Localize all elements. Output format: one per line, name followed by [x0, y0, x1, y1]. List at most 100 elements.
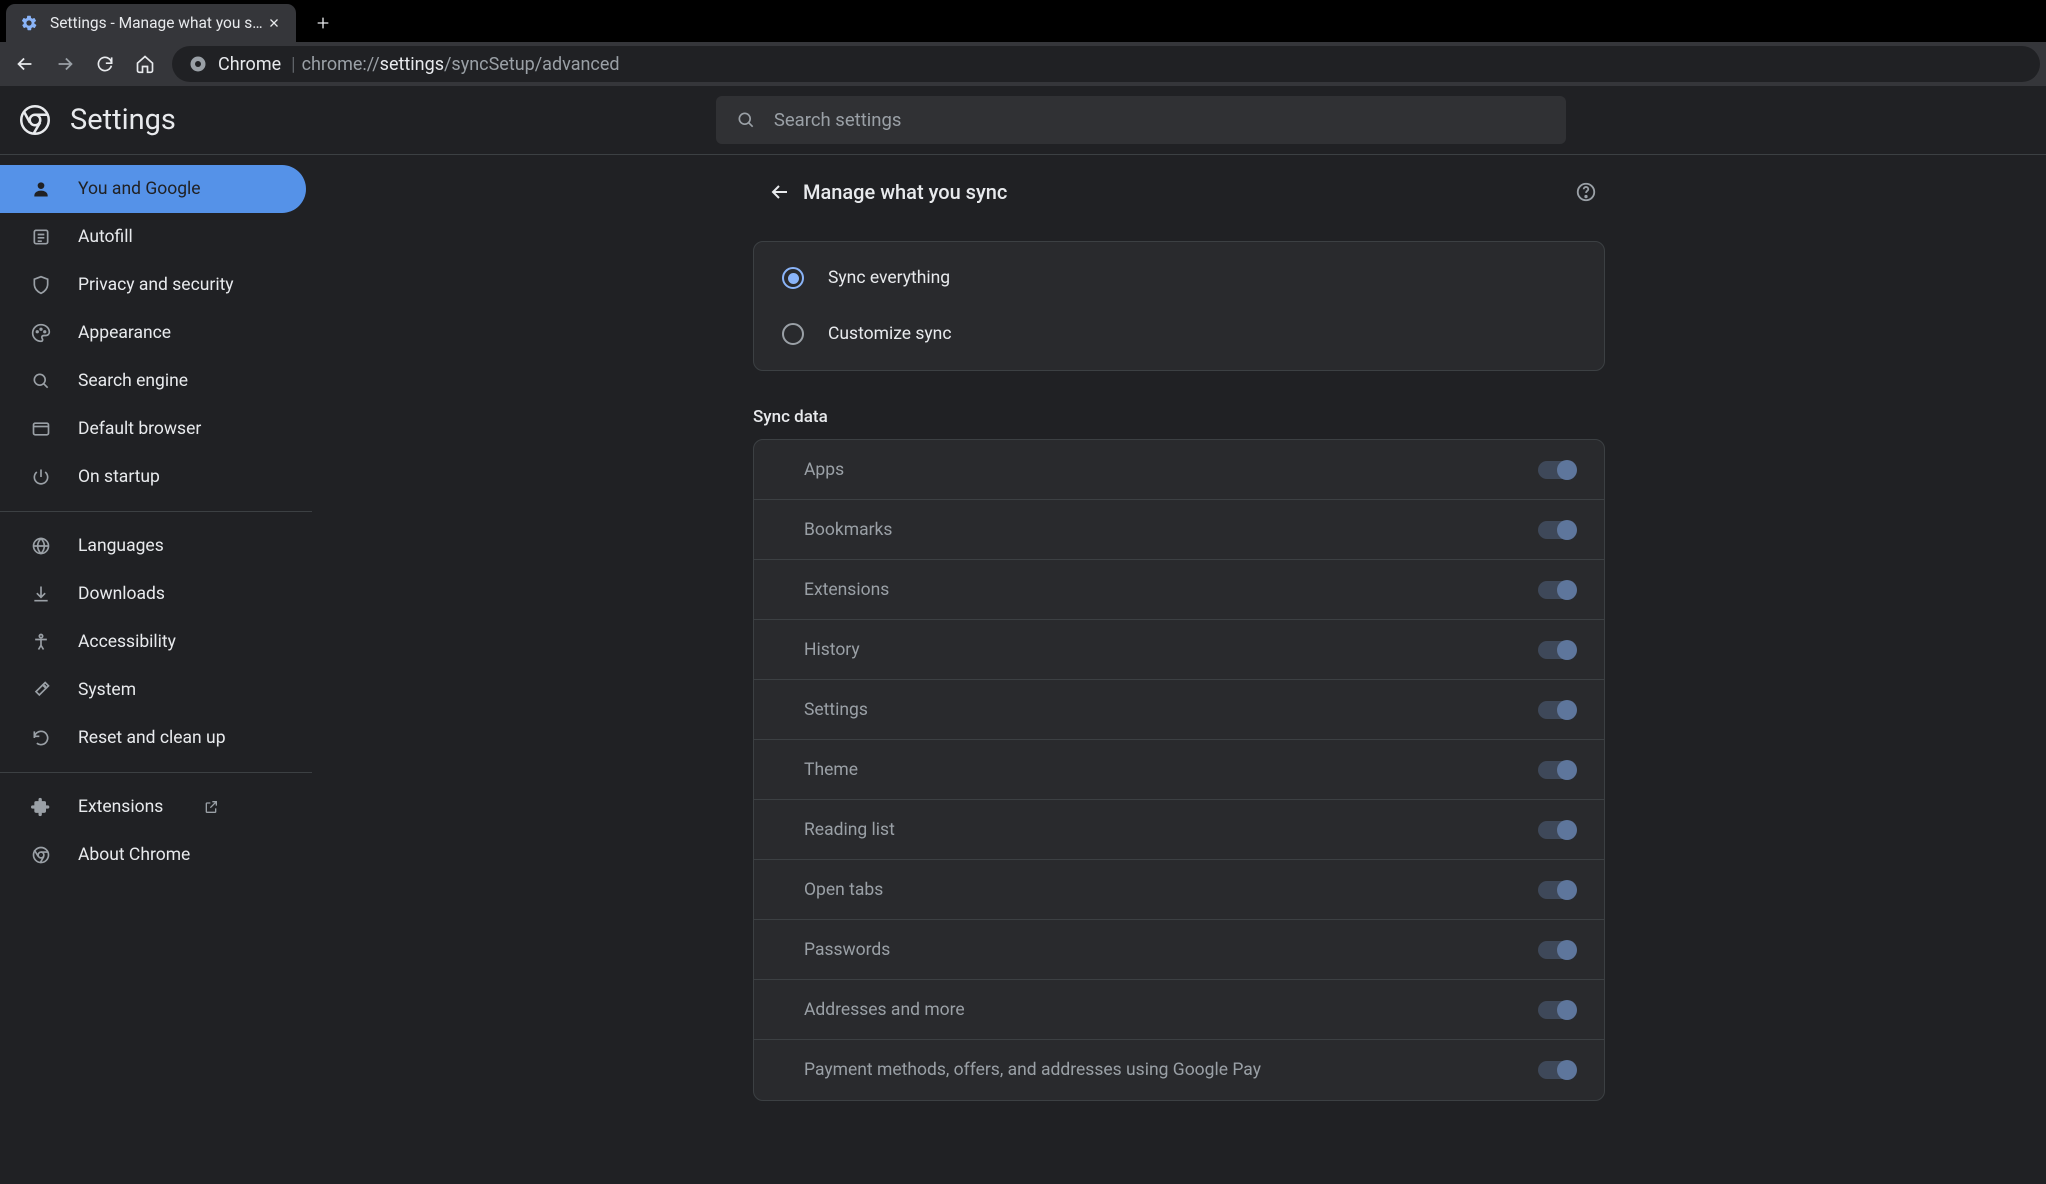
open-in-new-icon	[203, 799, 219, 815]
sidebar-item-accessibility[interactable]: Accessibility	[0, 618, 306, 666]
settings-body: You and Google Autofill Privacy and secu…	[0, 154, 2046, 1184]
toggle-label: Passwords	[804, 940, 1538, 960]
sidebar-item-reset[interactable]: Reset and clean up	[0, 714, 306, 762]
sync-mode-radio-group: Sync everything Customize sync	[753, 241, 1605, 371]
toggle-row-settings: Settings	[754, 680, 1604, 740]
autofill-icon	[30, 226, 52, 248]
radio-sync-everything[interactable]: Sync everything	[754, 250, 1604, 306]
wrench-icon	[30, 679, 52, 701]
radio-indicator-icon	[782, 323, 804, 345]
radio-label: Customize sync	[828, 324, 952, 344]
home-button[interactable]	[126, 45, 164, 83]
chrome-icon	[30, 844, 52, 866]
toggle-switch[interactable]	[1538, 761, 1576, 779]
sidebar-item-label: Search engine	[78, 371, 188, 391]
toggle-label: Settings	[804, 700, 1538, 720]
toggle-label: Payment methods, offers, and addresses u…	[804, 1060, 1538, 1080]
sidebar-item-extensions[interactable]: Extensions	[0, 783, 306, 831]
omnibox-url-rest: /syncSetup/advanced	[444, 54, 620, 75]
toggle-switch[interactable]	[1538, 1001, 1576, 1019]
sidebar-item-default-browser[interactable]: Default browser	[0, 405, 306, 453]
sidebar-item-label: Reset and clean up	[78, 728, 226, 748]
toggle-switch[interactable]	[1538, 521, 1576, 539]
sidebar-item-system[interactable]: System	[0, 666, 306, 714]
sidebar: You and Google Autofill Privacy and secu…	[0, 155, 312, 1184]
sidebar-item-label: Languages	[78, 536, 164, 556]
browser-tab[interactable]: Settings - Manage what you sync	[6, 4, 296, 42]
sidebar-item-search-engine[interactable]: Search engine	[0, 357, 306, 405]
sidebar-item-label: About Chrome	[78, 845, 190, 865]
toggle-switch[interactable]	[1538, 701, 1576, 719]
radio-customize-sync[interactable]: Customize sync	[754, 306, 1604, 362]
sidebar-item-label: Appearance	[78, 323, 171, 343]
sidebar-item-about[interactable]: About Chrome	[0, 831, 306, 879]
restore-icon	[30, 727, 52, 749]
sidebar-item-you-and-google[interactable]: You and Google	[0, 165, 306, 213]
accessibility-icon	[30, 631, 52, 653]
globe-icon	[30, 535, 52, 557]
toggle-switch[interactable]	[1538, 1061, 1576, 1079]
back-button[interactable]	[6, 45, 44, 83]
power-icon	[30, 466, 52, 488]
help-icon[interactable]	[1573, 179, 1599, 205]
settings-app: Settings You and Google Autofill Privacy…	[0, 86, 2046, 1184]
toggle-switch[interactable]	[1538, 941, 1576, 959]
toggle-label: Apps	[804, 460, 1538, 480]
new-tab-button[interactable]	[304, 4, 342, 42]
settings-header: Settings	[0, 86, 2046, 154]
address-bar[interactable]: Chrome | chrome://settings/syncSetup/adv…	[172, 46, 2040, 82]
sidebar-separator	[0, 772, 312, 773]
sidebar-item-languages[interactable]: Languages	[0, 522, 306, 570]
sidebar-item-label: Extensions	[78, 797, 163, 817]
sidebar-item-label: You and Google	[78, 179, 201, 199]
toggle-row-bookmarks: Bookmarks	[754, 500, 1604, 560]
sidebar-item-label: On startup	[78, 467, 160, 487]
extension-icon	[30, 796, 52, 818]
settings-search-input[interactable]	[774, 109, 1546, 131]
toggle-label: Extensions	[804, 580, 1538, 600]
sidebar-item-label: System	[78, 680, 136, 700]
sidebar-item-downloads[interactable]: Downloads	[0, 570, 306, 618]
radio-indicator-icon	[782, 267, 804, 289]
chrome-site-icon	[188, 54, 208, 74]
omnibox-divider: |	[291, 54, 295, 75]
toggle-row-theme: Theme	[754, 740, 1604, 800]
browser-toolbar: Chrome | chrome://settings/syncSetup/adv…	[0, 42, 2046, 86]
omnibox-url-prefix: chrome://	[302, 54, 380, 75]
toggle-label: History	[804, 640, 1538, 660]
toggle-row-passwords: Passwords	[754, 920, 1604, 980]
toggle-switch[interactable]	[1538, 821, 1576, 839]
toggle-row-history: History	[754, 620, 1604, 680]
sidebar-item-label: Autofill	[78, 227, 133, 247]
search-icon	[30, 370, 52, 392]
toggle-switch[interactable]	[1538, 641, 1576, 659]
omnibox-url: chrome://settings/syncSetup/advanced	[302, 54, 620, 75]
toggle-label: Theme	[804, 760, 1538, 780]
toggle-label: Addresses and more	[804, 1000, 1538, 1020]
main-content: Manage what you sync Sync everything Cus…	[312, 155, 2046, 1184]
toggle-label: Bookmarks	[804, 520, 1538, 540]
toggle-switch[interactable]	[1538, 581, 1576, 599]
panel-header: Manage what you sync	[753, 161, 1605, 223]
toggle-switch[interactable]	[1538, 881, 1576, 899]
toggle-switch[interactable]	[1538, 461, 1576, 479]
reload-button[interactable]	[86, 45, 124, 83]
panel-back-button[interactable]	[759, 171, 801, 213]
forward-button[interactable]	[46, 45, 84, 83]
omnibox-site-name: Chrome	[218, 54, 281, 75]
sidebar-item-label: Privacy and security	[78, 275, 234, 295]
settings-title: Settings	[70, 103, 176, 137]
sidebar-item-appearance[interactable]: Appearance	[0, 309, 306, 357]
sidebar-item-label: Accessibility	[78, 632, 176, 652]
settings-search[interactable]	[716, 96, 1566, 144]
toggle-row-reading-list: Reading list	[754, 800, 1604, 860]
sync-data-list: Apps Bookmarks Extensions History	[753, 439, 1605, 1101]
sidebar-item-on-startup[interactable]: On startup	[0, 453, 306, 501]
sidebar-item-privacy[interactable]: Privacy and security	[0, 261, 306, 309]
omnibox-url-strong: settings	[380, 54, 444, 75]
sidebar-separator	[0, 511, 312, 512]
browser-icon	[30, 418, 52, 440]
close-icon[interactable]	[264, 13, 284, 33]
toggle-row-payment-methods: Payment methods, offers, and addresses u…	[754, 1040, 1604, 1100]
sidebar-item-autofill[interactable]: Autofill	[0, 213, 306, 261]
